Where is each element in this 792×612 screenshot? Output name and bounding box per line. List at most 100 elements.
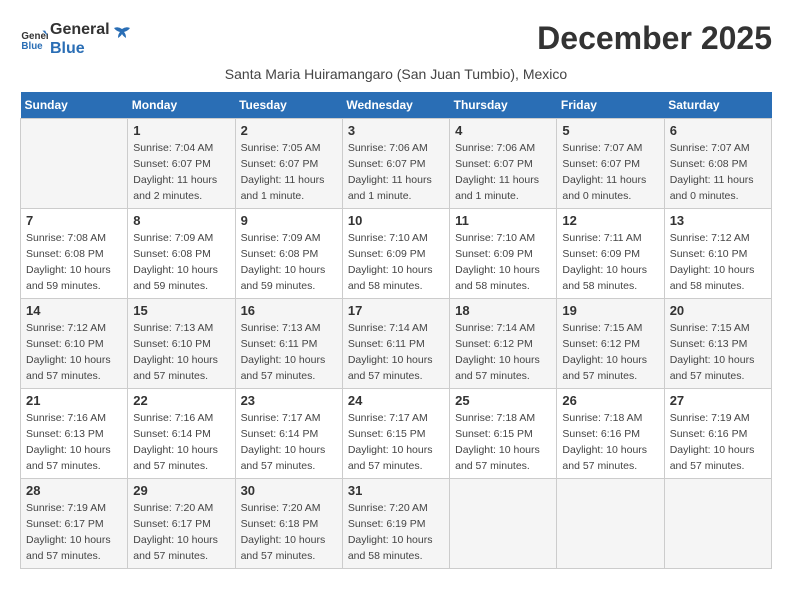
day-header-saturday: Saturday [664,92,771,119]
calendar-cell: 16 Sunrise: 7:13 AM Sunset: 6:11 PM Dayl… [235,299,342,389]
calendar-cell: 8 Sunrise: 7:09 AM Sunset: 6:08 PM Dayli… [128,209,235,299]
day-number: 6 [670,123,766,138]
calendar-table: SundayMondayTuesdayWednesdayThursdayFrid… [20,92,772,569]
calendar-cell: 6 Sunrise: 7:07 AM Sunset: 6:08 PM Dayli… [664,119,771,209]
day-number: 9 [241,213,337,228]
day-info: Sunrise: 7:15 AM Sunset: 6:12 PM Dayligh… [562,321,658,384]
calendar-cell: 27 Sunrise: 7:19 AM Sunset: 6:16 PM Dayl… [664,389,771,479]
day-number: 27 [670,393,766,408]
day-number: 4 [455,123,551,138]
calendar-cell: 22 Sunrise: 7:16 AM Sunset: 6:14 PM Dayl… [128,389,235,479]
day-info: Sunrise: 7:10 AM Sunset: 6:09 PM Dayligh… [348,231,444,294]
page-header: General Blue General Blue December 2025 [20,20,772,58]
calendar-cell: 3 Sunrise: 7:06 AM Sunset: 6:07 PM Dayli… [342,119,449,209]
week-row-1: 1 Sunrise: 7:04 AM Sunset: 6:07 PM Dayli… [21,119,772,209]
month-year-title: December 2025 [537,20,772,57]
day-number: 8 [133,213,229,228]
day-number: 5 [562,123,658,138]
day-info: Sunrise: 7:16 AM Sunset: 6:13 PM Dayligh… [26,411,122,474]
calendar-cell: 23 Sunrise: 7:17 AM Sunset: 6:14 PM Dayl… [235,389,342,479]
day-info: Sunrise: 7:06 AM Sunset: 6:07 PM Dayligh… [455,141,551,204]
day-info: Sunrise: 7:13 AM Sunset: 6:11 PM Dayligh… [241,321,337,384]
day-header-friday: Friday [557,92,664,119]
day-number: 24 [348,393,444,408]
day-number: 26 [562,393,658,408]
logo-blue: Blue [50,39,110,58]
day-info: Sunrise: 7:17 AM Sunset: 6:14 PM Dayligh… [241,411,337,474]
calendar-cell: 28 Sunrise: 7:19 AM Sunset: 6:17 PM Dayl… [21,479,128,569]
calendar-cell: 26 Sunrise: 7:18 AM Sunset: 6:16 PM Dayl… [557,389,664,479]
calendar-cell [664,479,771,569]
calendar-cell: 13 Sunrise: 7:12 AM Sunset: 6:10 PM Dayl… [664,209,771,299]
calendar-cell: 25 Sunrise: 7:18 AM Sunset: 6:15 PM Dayl… [450,389,557,479]
calendar-cell: 30 Sunrise: 7:20 AM Sunset: 6:18 PM Dayl… [235,479,342,569]
day-number: 29 [133,483,229,498]
day-number: 20 [670,303,766,318]
day-info: Sunrise: 7:11 AM Sunset: 6:09 PM Dayligh… [562,231,658,294]
week-row-4: 21 Sunrise: 7:16 AM Sunset: 6:13 PM Dayl… [21,389,772,479]
week-row-3: 14 Sunrise: 7:12 AM Sunset: 6:10 PM Dayl… [21,299,772,389]
day-number: 16 [241,303,337,318]
day-info: Sunrise: 7:14 AM Sunset: 6:12 PM Dayligh… [455,321,551,384]
day-header-monday: Monday [128,92,235,119]
day-info: Sunrise: 7:17 AM Sunset: 6:15 PM Dayligh… [348,411,444,474]
day-number: 7 [26,213,122,228]
calendar-cell: 24 Sunrise: 7:17 AM Sunset: 6:15 PM Dayl… [342,389,449,479]
calendar-cell: 12 Sunrise: 7:11 AM Sunset: 6:09 PM Dayl… [557,209,664,299]
location-subtitle: Santa Maria Huiramangaro (San Juan Tumbi… [20,66,772,82]
day-header-sunday: Sunday [21,92,128,119]
day-number: 13 [670,213,766,228]
calendar-cell: 20 Sunrise: 7:15 AM Sunset: 6:13 PM Dayl… [664,299,771,389]
day-header-wednesday: Wednesday [342,92,449,119]
day-number: 28 [26,483,122,498]
day-number: 31 [348,483,444,498]
calendar-cell: 14 Sunrise: 7:12 AM Sunset: 6:10 PM Dayl… [21,299,128,389]
day-info: Sunrise: 7:07 AM Sunset: 6:07 PM Dayligh… [562,141,658,204]
day-info: Sunrise: 7:06 AM Sunset: 6:07 PM Dayligh… [348,141,444,204]
day-info: Sunrise: 7:16 AM Sunset: 6:14 PM Dayligh… [133,411,229,474]
day-info: Sunrise: 7:19 AM Sunset: 6:17 PM Dayligh… [26,501,122,564]
calendar-cell: 9 Sunrise: 7:09 AM Sunset: 6:08 PM Dayli… [235,209,342,299]
calendar-cell [557,479,664,569]
logo-icon: General Blue [20,25,48,53]
calendar-cell: 10 Sunrise: 7:10 AM Sunset: 6:09 PM Dayl… [342,209,449,299]
day-number: 15 [133,303,229,318]
day-info: Sunrise: 7:18 AM Sunset: 6:16 PM Dayligh… [562,411,658,474]
day-info: Sunrise: 7:20 AM Sunset: 6:19 PM Dayligh… [348,501,444,564]
day-number: 14 [26,303,122,318]
day-info: Sunrise: 7:20 AM Sunset: 6:17 PM Dayligh… [133,501,229,564]
calendar-cell [450,479,557,569]
calendar-cell: 19 Sunrise: 7:15 AM Sunset: 6:12 PM Dayl… [557,299,664,389]
day-number: 19 [562,303,658,318]
day-info: Sunrise: 7:15 AM Sunset: 6:13 PM Dayligh… [670,321,766,384]
calendar-cell: 17 Sunrise: 7:14 AM Sunset: 6:11 PM Dayl… [342,299,449,389]
logo-general: General [50,20,110,39]
calendar-cell: 29 Sunrise: 7:20 AM Sunset: 6:17 PM Dayl… [128,479,235,569]
calendar-cell: 2 Sunrise: 7:05 AM Sunset: 6:07 PM Dayli… [235,119,342,209]
day-info: Sunrise: 7:20 AM Sunset: 6:18 PM Dayligh… [241,501,337,564]
logo-bird-icon [112,24,132,44]
day-number: 1 [133,123,229,138]
calendar-body: 1 Sunrise: 7:04 AM Sunset: 6:07 PM Dayli… [21,119,772,569]
day-info: Sunrise: 7:12 AM Sunset: 6:10 PM Dayligh… [670,231,766,294]
day-number: 21 [26,393,122,408]
day-number: 22 [133,393,229,408]
calendar-cell: 5 Sunrise: 7:07 AM Sunset: 6:07 PM Dayli… [557,119,664,209]
day-number: 3 [348,123,444,138]
day-info: Sunrise: 7:08 AM Sunset: 6:08 PM Dayligh… [26,231,122,294]
day-info: Sunrise: 7:10 AM Sunset: 6:09 PM Dayligh… [455,231,551,294]
day-number: 12 [562,213,658,228]
day-number: 11 [455,213,551,228]
day-number: 25 [455,393,551,408]
day-number: 23 [241,393,337,408]
calendar-cell: 21 Sunrise: 7:16 AM Sunset: 6:13 PM Dayl… [21,389,128,479]
day-info: Sunrise: 7:09 AM Sunset: 6:08 PM Dayligh… [133,231,229,294]
day-info: Sunrise: 7:13 AM Sunset: 6:10 PM Dayligh… [133,321,229,384]
day-info: Sunrise: 7:14 AM Sunset: 6:11 PM Dayligh… [348,321,444,384]
calendar-cell: 4 Sunrise: 7:06 AM Sunset: 6:07 PM Dayli… [450,119,557,209]
week-row-2: 7 Sunrise: 7:08 AM Sunset: 6:08 PM Dayli… [21,209,772,299]
calendar-cell: 31 Sunrise: 7:20 AM Sunset: 6:19 PM Dayl… [342,479,449,569]
calendar-cell: 1 Sunrise: 7:04 AM Sunset: 6:07 PM Dayli… [128,119,235,209]
day-info: Sunrise: 7:12 AM Sunset: 6:10 PM Dayligh… [26,321,122,384]
day-number: 17 [348,303,444,318]
